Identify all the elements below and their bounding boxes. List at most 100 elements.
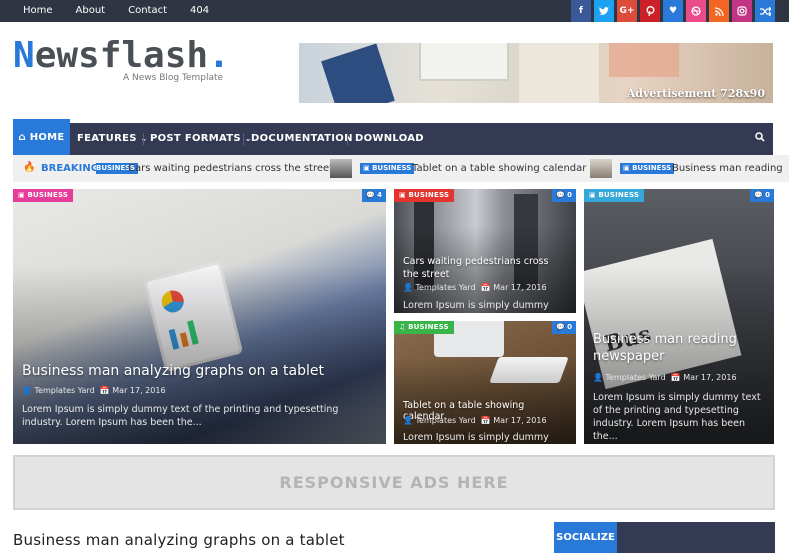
site-tagline: A News Blog Template	[123, 73, 224, 83]
music-icon: ♫	[399, 323, 406, 331]
comment-count-value: 0	[765, 191, 770, 199]
ad-image-book	[321, 43, 395, 103]
ticker-item-title[interactable]: Tablet on a table showing calendar	[412, 155, 586, 182]
post-date: Mar 17, 2016	[493, 416, 547, 425]
post-excerpt: Lorem Ipsum is simply dummy text	[403, 432, 549, 443]
featured-post-tablet[interactable]: ♫ BUSINESS 💬 0 Tablet on a table showing…	[394, 321, 576, 444]
topnav-about-link[interactable]: About	[76, 0, 106, 22]
nav-post-formats[interactable]: POST FORMATS ⌄	[150, 123, 252, 155]
ad-image-blur	[609, 43, 679, 77]
nav-divider	[143, 133, 144, 145]
ticker-tag-label: BUSINESS	[632, 164, 672, 172]
instagram-icon[interactable]	[732, 0, 752, 22]
ad-label: Advertisement 728x90	[626, 87, 765, 100]
nav-home-label: HOME	[29, 132, 65, 143]
header-advertisement[interactable]: Advertisement 728x90	[299, 43, 773, 103]
search-icon[interactable]	[755, 123, 765, 155]
post-author[interactable]: Templates Yard	[606, 373, 666, 382]
category-badge[interactable]: ▣ BUSINESS	[394, 189, 455, 202]
nav-home[interactable]: ⌂ HOME	[13, 119, 70, 155]
post-title[interactable]: Business man analyzing graphs on a table…	[22, 363, 324, 379]
category-badge[interactable]: ♫ BUSINESS	[394, 321, 454, 334]
pinterest-icon[interactable]	[640, 0, 660, 22]
ad-image-tablet	[419, 43, 509, 81]
ticker-item-title[interactable]: Cars waiting pedestrians cross the stree…	[128, 155, 333, 182]
post-date: Mar 17, 2016	[112, 386, 166, 395]
post-author[interactable]: Templates Yard	[416, 416, 476, 425]
ad-image-paper	[519, 43, 599, 103]
category-badge[interactable]: ▣ BUSINESS	[13, 189, 74, 202]
ticker-tag[interactable]: ▣ BUSINESS	[620, 163, 675, 174]
main-navigation: ⌂ HOME FEATURES ⌄ POST FORMATS ⌄ DOCUMEN…	[13, 119, 773, 155]
breaking-news-ticker: 🔥 BREAKING BUSINESS Cars waiting pedestr…	[13, 155, 789, 182]
topnav-404-link[interactable]: 404	[190, 0, 209, 22]
comment-count[interactable]: 💬 0	[551, 189, 576, 202]
random-icon[interactable]	[755, 0, 775, 22]
post-excerpt: Lorem Ipsum is simply dummy text	[403, 300, 549, 311]
twitter-icon[interactable]	[594, 0, 614, 22]
post-meta: 👤 Templates Yard 📅 Mar 17, 2016	[403, 283, 547, 292]
top-nav: Home About Contact 404	[10, 0, 219, 22]
post-excerpt: Lorem Ipsum is simply dummy text of the …	[22, 404, 339, 428]
socialize-label: SOCIALIZE	[554, 522, 617, 553]
dribbble-icon[interactable]	[686, 0, 706, 22]
calendar-icon: 📅	[480, 283, 491, 292]
user-icon: 👤	[403, 283, 413, 292]
responsive-ad-slot[interactable]: RESPONSIVE ADS HERE	[13, 455, 775, 510]
post-title[interactable]: Business man reading newspaper	[593, 331, 765, 365]
featured-post-street[interactable]: ▣ BUSINESS 💬 0 Cars waiting pedestrians …	[394, 189, 576, 313]
ticker-thumbnail[interactable]	[330, 159, 352, 178]
post-title[interactable]: Cars waiting pedestrians cross the stree…	[403, 255, 567, 281]
nav-features[interactable]: FEATURES ⌄	[77, 123, 148, 155]
post-author[interactable]: Templates Yard	[416, 283, 476, 292]
logo-rest: ewsflash	[34, 35, 209, 76]
nav-divider	[243, 133, 244, 145]
nav-documentation-label: DOCUMENTATION	[251, 133, 353, 144]
featured-post-main[interactable]: ▣ BUSINESS 💬 4 Business man analyzing gr…	[13, 189, 386, 444]
comment-icon: 💬	[555, 323, 565, 331]
topnav-home-link[interactable]: Home	[23, 0, 53, 22]
recent-post-title[interactable]: Business man analyzing graphs on a table…	[13, 531, 345, 549]
post-author[interactable]: Templates Yard	[35, 386, 95, 395]
post-date: Mar 17, 2016	[493, 283, 547, 292]
nav-documentation[interactable]: DOCUMENTATION	[251, 123, 353, 155]
google-plus-icon[interactable]: G+	[617, 0, 637, 22]
topnav-contact-link[interactable]: Contact	[128, 0, 167, 22]
socialize-widget-header: SOCIALIZE	[554, 522, 775, 553]
category-label: BUSINESS	[408, 191, 450, 199]
comment-icon: 💬	[753, 191, 763, 199]
facebook-icon[interactable]: f	[571, 0, 591, 22]
category-label: BUSINESS	[598, 191, 640, 199]
nav-features-label: FEATURES	[77, 133, 137, 144]
comment-icon: 💬	[555, 191, 565, 199]
image-icon: ▣	[399, 191, 406, 199]
heart-icon[interactable]: ♥	[663, 0, 683, 22]
logo-first-letter: N	[13, 35, 35, 76]
category-label: BUSINESS	[27, 191, 69, 199]
nav-post-formats-label: POST FORMATS	[150, 133, 241, 144]
ticker-thumbnail[interactable]	[590, 159, 612, 178]
rss-icon[interactable]	[709, 0, 729, 22]
ticker-tag[interactable]: ▣ BUSINESS	[360, 163, 415, 174]
nav-download[interactable]: DOWNLOAD	[355, 123, 424, 155]
responsive-ad-label: RESPONSIVE ADS HERE	[279, 473, 509, 492]
comment-count[interactable]: 💬 0	[749, 189, 774, 202]
post-meta: 👤 Templates Yard 📅 Mar 17, 2016	[22, 386, 166, 395]
comment-count[interactable]: 💬 0	[551, 321, 576, 334]
comment-count-value: 0	[567, 323, 572, 331]
comment-count[interactable]: 💬 4	[361, 189, 386, 202]
home-icon: ⌂	[18, 132, 26, 143]
category-label: BUSINESS	[408, 323, 449, 331]
image-icon: ▣	[18, 191, 25, 199]
site-logo[interactable]: Newsflash.	[13, 36, 230, 76]
ticker-tag-label: BUSINESS	[372, 164, 412, 172]
top-bar: Home About Contact 404 f G+ ♥	[0, 0, 789, 22]
comment-icon: 💬	[365, 191, 375, 199]
featured-post-reading[interactable]: Bus ▣ BUSINESS 💬 0 Business man reading …	[584, 189, 774, 444]
social-icons: f G+ ♥	[571, 0, 775, 22]
category-badge[interactable]: ▣ BUSINESS	[584, 189, 645, 202]
post-excerpt: Lorem Ipsum is simply dummy text of the …	[593, 392, 761, 442]
calendar-icon: 📅	[480, 416, 491, 425]
flame-icon: 🔥	[23, 162, 36, 173]
ticker-item-title[interactable]: Business man reading	[672, 155, 783, 182]
